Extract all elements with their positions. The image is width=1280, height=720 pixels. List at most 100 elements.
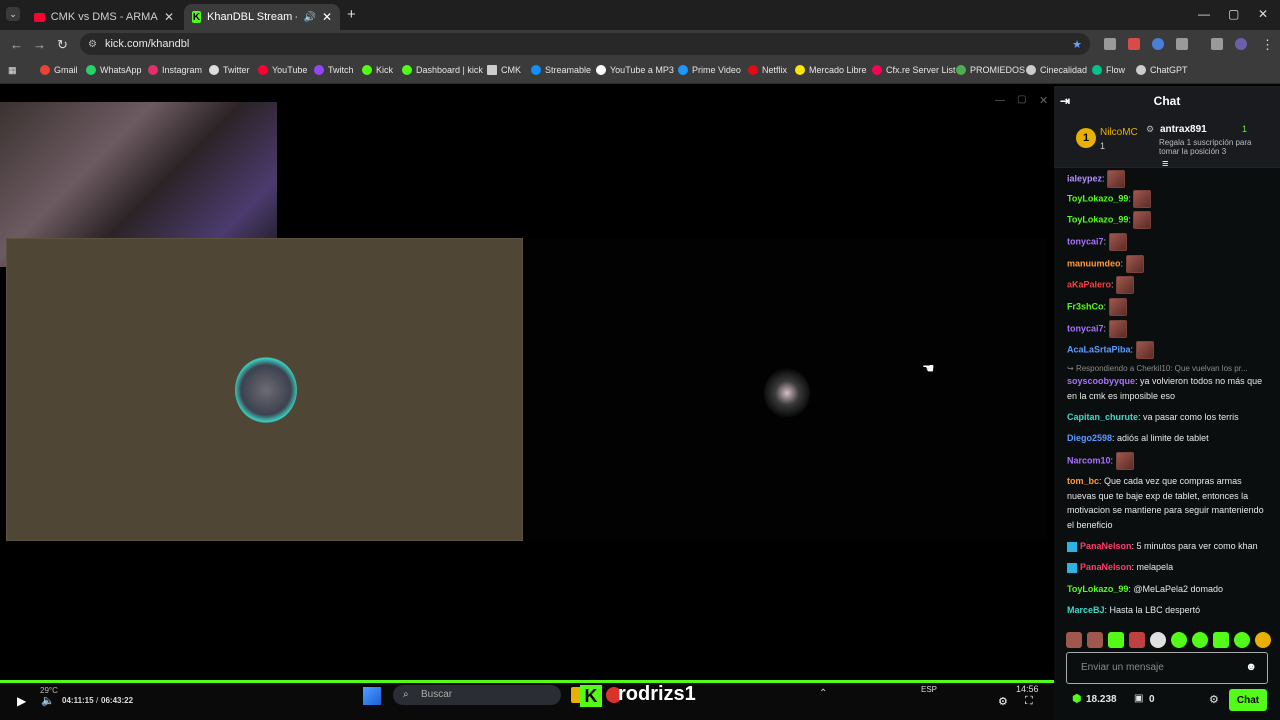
extension-icon[interactable] — [1104, 38, 1116, 50]
minimize-icon[interactable]: — — [995, 95, 1005, 106]
drops-count[interactable]: 0 — [1149, 694, 1155, 705]
settings-gear-icon[interactable]: ⚙ — [998, 695, 1008, 708]
minimize-window-button[interactable]: — — [1198, 7, 1210, 21]
new-tab-button[interactable]: + — [347, 6, 356, 23]
bookmark-netflix[interactable]: Netflix — [748, 65, 787, 75]
chevron-up-icon[interactable]: ⌃ — [819, 688, 827, 699]
maximize-icon[interactable]: ▢ — [1017, 94, 1026, 105]
tab-youtube[interactable]: CMK vs DMS - ARMAS LARGAS ✕ — [26, 4, 182, 30]
chat-message: ToyLokazo_99: — [1067, 211, 1267, 229]
bookmark-flow[interactable]: Flow — [1092, 65, 1125, 75]
leader-name[interactable]: NilcoMC — [1100, 127, 1138, 138]
bookmark-twitch[interactable]: Twitch — [314, 65, 354, 75]
taskbar-search[interactable]: Buscar — [393, 685, 561, 705]
extension-icon[interactable] — [1152, 38, 1164, 50]
promiedos-icon — [956, 65, 966, 75]
time-total: 06:43:22 — [101, 696, 134, 705]
media-control-icon[interactable] — [1211, 38, 1223, 50]
chat-send-button[interactable]: Chat — [1229, 689, 1267, 711]
channel-points[interactable]: 18.238 — [1086, 694, 1117, 705]
emote-icon — [1125, 255, 1144, 273]
folder-icon — [487, 65, 497, 75]
youtube-mp3-icon — [596, 65, 606, 75]
expand-icon[interactable]: ≡ — [1162, 158, 1168, 170]
netflix-icon — [748, 65, 758, 75]
extensions-puzzle-icon[interactable] — [1176, 38, 1188, 50]
bookmark-gmail[interactable]: Gmail — [40, 65, 78, 75]
emote-icon — [1135, 341, 1154, 359]
site-info-icon[interactable]: ⚙ — [88, 39, 97, 50]
emote-icon[interactable] — [1213, 632, 1229, 648]
emote-icon — [1108, 298, 1127, 316]
chat-message: ToyLokazo_99: @MeLaPela2 domado — [1067, 584, 1224, 594]
bookmark-kick[interactable]: Kick — [362, 65, 393, 75]
chat-message: tonycai7: — [1067, 233, 1267, 251]
streamer-overlay-name: rodrizs1 — [618, 683, 696, 705]
extension-icon[interactable] — [1128, 38, 1140, 50]
sub-leaderboard: 1 NilcoMC 1 ⚙ antrax891 1 Regala 1 suscr… — [1054, 116, 1280, 170]
emote-icon[interactable] — [1129, 632, 1145, 648]
chat-message-input[interactable]: Enviar un mensaje ☻ — [1066, 652, 1268, 684]
emote-icon[interactable] — [1171, 632, 1187, 648]
url-text[interactable]: kick.com/khandbl — [105, 38, 189, 50]
close-icon[interactable]: ✕ — [1039, 94, 1048, 107]
time-separator: / — [96, 696, 99, 705]
bookmark-folder-cmk[interactable]: CMK — [487, 65, 521, 75]
address-bar[interactable]: ⚙ kick.com/khandbl ★ — [80, 33, 1090, 55]
bookmark-youtube-mp3[interactable]: YouTube a MP3 — [596, 65, 674, 75]
flow-icon — [1092, 65, 1102, 75]
reload-icon[interactable]: ↻ — [57, 37, 68, 53]
kick-icon — [402, 65, 412, 75]
close-tab-icon[interactable]: ✕ — [164, 10, 174, 24]
user-name[interactable]: antrax891 — [1160, 124, 1207, 135]
bookmark-promiedos[interactable]: PROMIEDOS — [956, 65, 1025, 75]
windows-start-icon[interactable] — [363, 687, 381, 705]
play-icon[interactable]: ▶ — [17, 694, 26, 708]
emote-icon[interactable] — [1255, 632, 1271, 648]
tab-search-button[interactable]: ⌄ — [6, 7, 20, 21]
bookmark-cfx-server-list[interactable]: Cfx.re Server List — [872, 65, 956, 75]
tab-kick-active[interactable]: K KhanDBL Stream - Watch L 🔊 ✕ — [184, 4, 340, 30]
speaker-icon[interactable]: 🔊 — [303, 12, 315, 23]
emote-icon[interactable] — [1108, 632, 1124, 648]
bookmark-prime-video[interactable]: Prime Video — [678, 65, 741, 75]
bookmarks-bar: ▦ Gmail WhatsApp Instagram Twitter YouTu… — [0, 58, 1280, 84]
forward-arrow-icon[interactable]: → — [33, 37, 46, 52]
browser-menu-icon[interactable]: ⋮ — [1261, 37, 1274, 53]
emote-icon[interactable] — [1150, 632, 1166, 648]
chat-settings-gear-icon[interactable]: ⚙ — [1209, 693, 1219, 706]
emote-icon[interactable] — [1087, 632, 1103, 648]
bookmark-instagram[interactable]: Instagram — [148, 65, 202, 75]
volume-icon[interactable]: 🔈 — [41, 694, 55, 707]
cfx-icon — [872, 65, 882, 75]
bookmark-mercado-libre[interactable]: Mercado Libre — [795, 65, 867, 75]
chat-message: PanaNelson: melapela — [1067, 560, 1267, 575]
bookmark-dashboard-kick[interactable]: Dashboard | kick — [402, 65, 483, 75]
search-icon: ⌕ — [403, 689, 409, 700]
bookmark-youtube[interactable]: YouTube — [258, 65, 307, 75]
fullscreen-icon[interactable]: ⛶ — [1025, 695, 1033, 708]
emoji-icon[interactable]: ☻ — [1245, 661, 1257, 673]
time-current: 04:11:15 — [62, 696, 94, 705]
chat-message: soyscoobyyque: ya volvieron todos no más… — [1067, 376, 1263, 401]
back-arrow-icon[interactable]: ← — [10, 37, 23, 52]
bookmark-chatgpt[interactable]: ChatGPT — [1136, 65, 1188, 75]
maximize-window-button[interactable]: ▢ — [1228, 7, 1239, 21]
bookmark-star-icon[interactable]: ★ — [1072, 38, 1082, 51]
bookmark-cinecalidad[interactable]: Cinecalidad — [1026, 65, 1087, 75]
bookmark-twitter[interactable]: Twitter — [209, 65, 250, 75]
collapse-chat-icon[interactable]: ⇥ — [1060, 94, 1070, 108]
close-tab-icon[interactable]: ✕ — [322, 10, 332, 24]
emote-icon[interactable] — [1234, 632, 1250, 648]
close-window-button[interactable]: ✕ — [1258, 7, 1268, 21]
apps-grid-icon[interactable]: ▦ — [8, 65, 17, 76]
emote-icon[interactable] — [1192, 632, 1208, 648]
streamable-icon — [531, 65, 541, 75]
kick-badge-icon — [1067, 541, 1077, 552]
bookmark-whatsapp[interactable]: WhatsApp — [86, 65, 142, 75]
chat-message: aKaPalero: — [1067, 276, 1267, 294]
language-indicator[interactable]: ESP — [921, 685, 937, 694]
bookmark-streamable[interactable]: Streamable — [531, 65, 591, 75]
profile-avatar-icon[interactable] — [1235, 38, 1247, 50]
emote-icon[interactable] — [1066, 632, 1082, 648]
